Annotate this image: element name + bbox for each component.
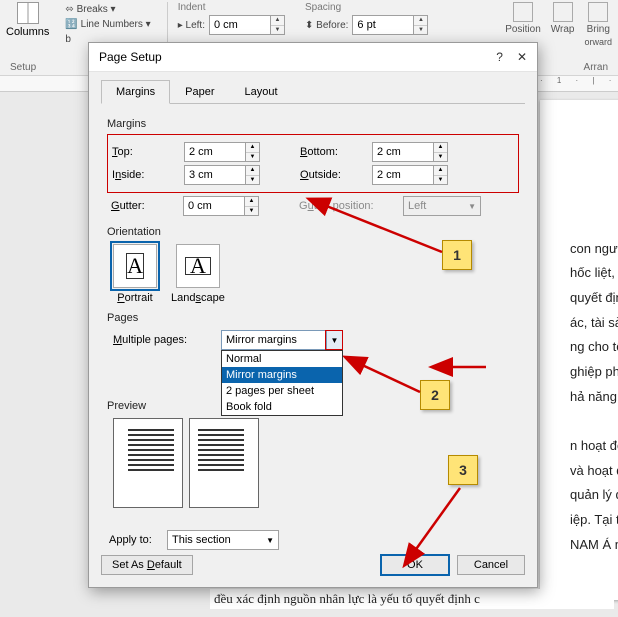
bring-forward-icon — [588, 2, 608, 22]
gutter-position-select: Left▼ — [403, 196, 481, 216]
dialog-tabs: Margins Paper Layout — [89, 72, 537, 104]
apply-to-select[interactable]: This section▼ — [167, 530, 279, 550]
inside-spinner[interactable]: ▲▼ — [184, 165, 260, 185]
chevron-down-icon: ▼ — [266, 536, 274, 545]
gutter-label: Gutter: — [111, 200, 183, 212]
doc-text-line: và hoạt độ — [570, 459, 618, 484]
indent-left-spinner[interactable]: ▲▼ — [209, 15, 285, 35]
spinner-up-icon[interactable]: ▲ — [434, 143, 447, 153]
option-normal[interactable]: Normal — [222, 351, 342, 367]
doc-text-line: NAM Á mà — [570, 533, 618, 558]
bottom-spinner[interactable]: ▲▼ — [372, 142, 448, 162]
position-button[interactable]: Position — [505, 2, 541, 47]
close-button[interactable]: ✕ — [517, 50, 527, 64]
multiple-pages-value: Mirror margins — [222, 334, 326, 346]
indent-left-label: ▸ Left: — [178, 20, 205, 31]
outside-label: Outside: — [300, 169, 372, 181]
option-2-pages-per-sheet[interactable]: 2 pages per sheet — [222, 383, 342, 399]
doc-text-line: iệp. Tại thờ — [570, 508, 618, 533]
columns-button[interactable]: Columns — [6, 2, 49, 47]
outside-spinner[interactable]: ▲▼ — [372, 165, 448, 185]
set-as-default-button[interactable]: Set As Default — [101, 555, 193, 575]
top-label: Top: — [112, 146, 184, 158]
spinner-down-icon[interactable]: ▼ — [434, 176, 447, 185]
spinner-up-icon[interactable]: ▲ — [245, 197, 258, 207]
doc-text-line: quản lý điều — [570, 483, 618, 508]
gutter-position-label: Gutter position: — [299, 200, 403, 212]
arrange-group-label: Arran — [584, 62, 608, 73]
tab-margins[interactable]: Margins — [101, 80, 170, 104]
bottom-label: Bottom: — [300, 146, 372, 158]
doc-text-line: quyết định cá — [570, 286, 618, 311]
breaks-button[interactable]: ⬄ Breaks ▾ — [65, 2, 150, 17]
orientation-landscape[interactable]: A Landscape — [171, 244, 225, 304]
spinner-up-icon[interactable]: ▲ — [434, 166, 447, 176]
margins-group-label: Margins — [107, 118, 519, 130]
callout-3: 3 — [448, 455, 478, 485]
tab-paper[interactable]: Paper — [170, 80, 229, 104]
spinner-up-icon[interactable]: ▲ — [246, 143, 259, 153]
callout-1: 1 — [442, 240, 472, 270]
doc-text-line: ác, tài sản co — [570, 311, 618, 336]
spinner-down-icon[interactable]: ▼ — [246, 153, 259, 162]
position-icon — [513, 2, 533, 22]
page-setup-dialog: Page Setup ? ✕ Margins Paper Layout Marg… — [88, 42, 538, 588]
bring-forward-button[interactable]: Bringorward — [584, 2, 612, 47]
cancel-button[interactable]: Cancel — [457, 555, 525, 575]
spacing-before-spinner[interactable]: ▲▼ — [352, 15, 428, 35]
multiple-pages-label: Multiple pages: — [113, 334, 221, 346]
columns-icon — [17, 2, 39, 24]
landscape-icon: A — [185, 257, 211, 275]
doc-text-line: ghiệp phải x — [570, 360, 618, 385]
orientation-group-label: Orientation — [107, 226, 519, 238]
multiple-pages-combo[interactable]: Mirror margins ▼ Normal Mirror margins 2… — [221, 330, 343, 350]
spinner-down-icon[interactable]: ▼ — [246, 176, 259, 185]
inside-label: Inside: — [112, 169, 184, 181]
dialog-title: Page Setup — [99, 50, 162, 64]
doc-text-line: n hoạt động — [570, 434, 618, 459]
chevron-down-icon[interactable]: ▼ — [326, 331, 342, 349]
line-numbers-button[interactable]: 🔢 Line Numbers ▾ — [65, 17, 150, 32]
dialog-titlebar: Page Setup ? ✕ — [89, 43, 537, 72]
doc-text-line — [570, 409, 618, 434]
callout-2: 2 — [420, 380, 450, 410]
spinner-up-icon[interactable]: ▲ — [246, 166, 259, 176]
orientation-portrait[interactable]: A Portrait — [113, 244, 157, 304]
page-setup-group-label: Setup — [10, 62, 36, 73]
document-page: MỞ ĐẦU¶ con người.hốc liệt, conquyết địn… — [540, 100, 618, 600]
top-spinner[interactable]: ▲▼ — [184, 142, 260, 162]
preview-page-left — [113, 418, 183, 508]
doc-text-line: ng cho tốt. Đ — [570, 335, 618, 360]
doc-footer-line: đều xác định nguồn nhân lực là yếu tố qu… — [210, 589, 614, 609]
gutter-spinner[interactable]: ▲▼ — [183, 196, 259, 216]
doc-text-line: hốc liệt, con — [570, 261, 618, 286]
wrap-button[interactable]: Wrap — [551, 2, 575, 47]
portrait-icon: A — [126, 253, 144, 279]
ok-button[interactable]: OK — [381, 555, 449, 575]
multiple-pages-dropdown: Normal Mirror margins 2 pages per sheet … — [221, 350, 343, 416]
spacing-before-label: ⬍ Before: — [305, 20, 348, 31]
doc-text-line: hả năng để tì — [570, 385, 618, 410]
option-book-fold[interactable]: Book fold — [222, 399, 342, 415]
doc-text-line: con người. — [570, 237, 618, 262]
wrap-icon — [553, 2, 573, 22]
help-button[interactable]: ? — [496, 50, 503, 64]
columns-label: Columns — [6, 26, 49, 38]
preview-page-right — [189, 418, 259, 508]
pages-group-label: Pages — [107, 312, 519, 324]
chevron-down-icon: ▼ — [468, 202, 476, 211]
spacing-group-label: Spacing — [305, 2, 428, 13]
spinner-down-icon[interactable]: ▼ — [434, 153, 447, 162]
doc-heading: MỞ ĐẦU¶ — [570, 180, 618, 207]
margins-highlight-box: Top: ▲▼ Bottom: ▲▼ Inside: ▲▼ Outside: ▲… — [107, 134, 519, 193]
apply-to-label: Apply to: — [109, 534, 167, 546]
option-mirror-margins[interactable]: Mirror margins — [222, 367, 342, 383]
spinner-down-icon[interactable]: ▼ — [245, 207, 258, 216]
indent-group-label: Indent — [178, 2, 285, 13]
tab-layout[interactable]: Layout — [229, 80, 292, 104]
